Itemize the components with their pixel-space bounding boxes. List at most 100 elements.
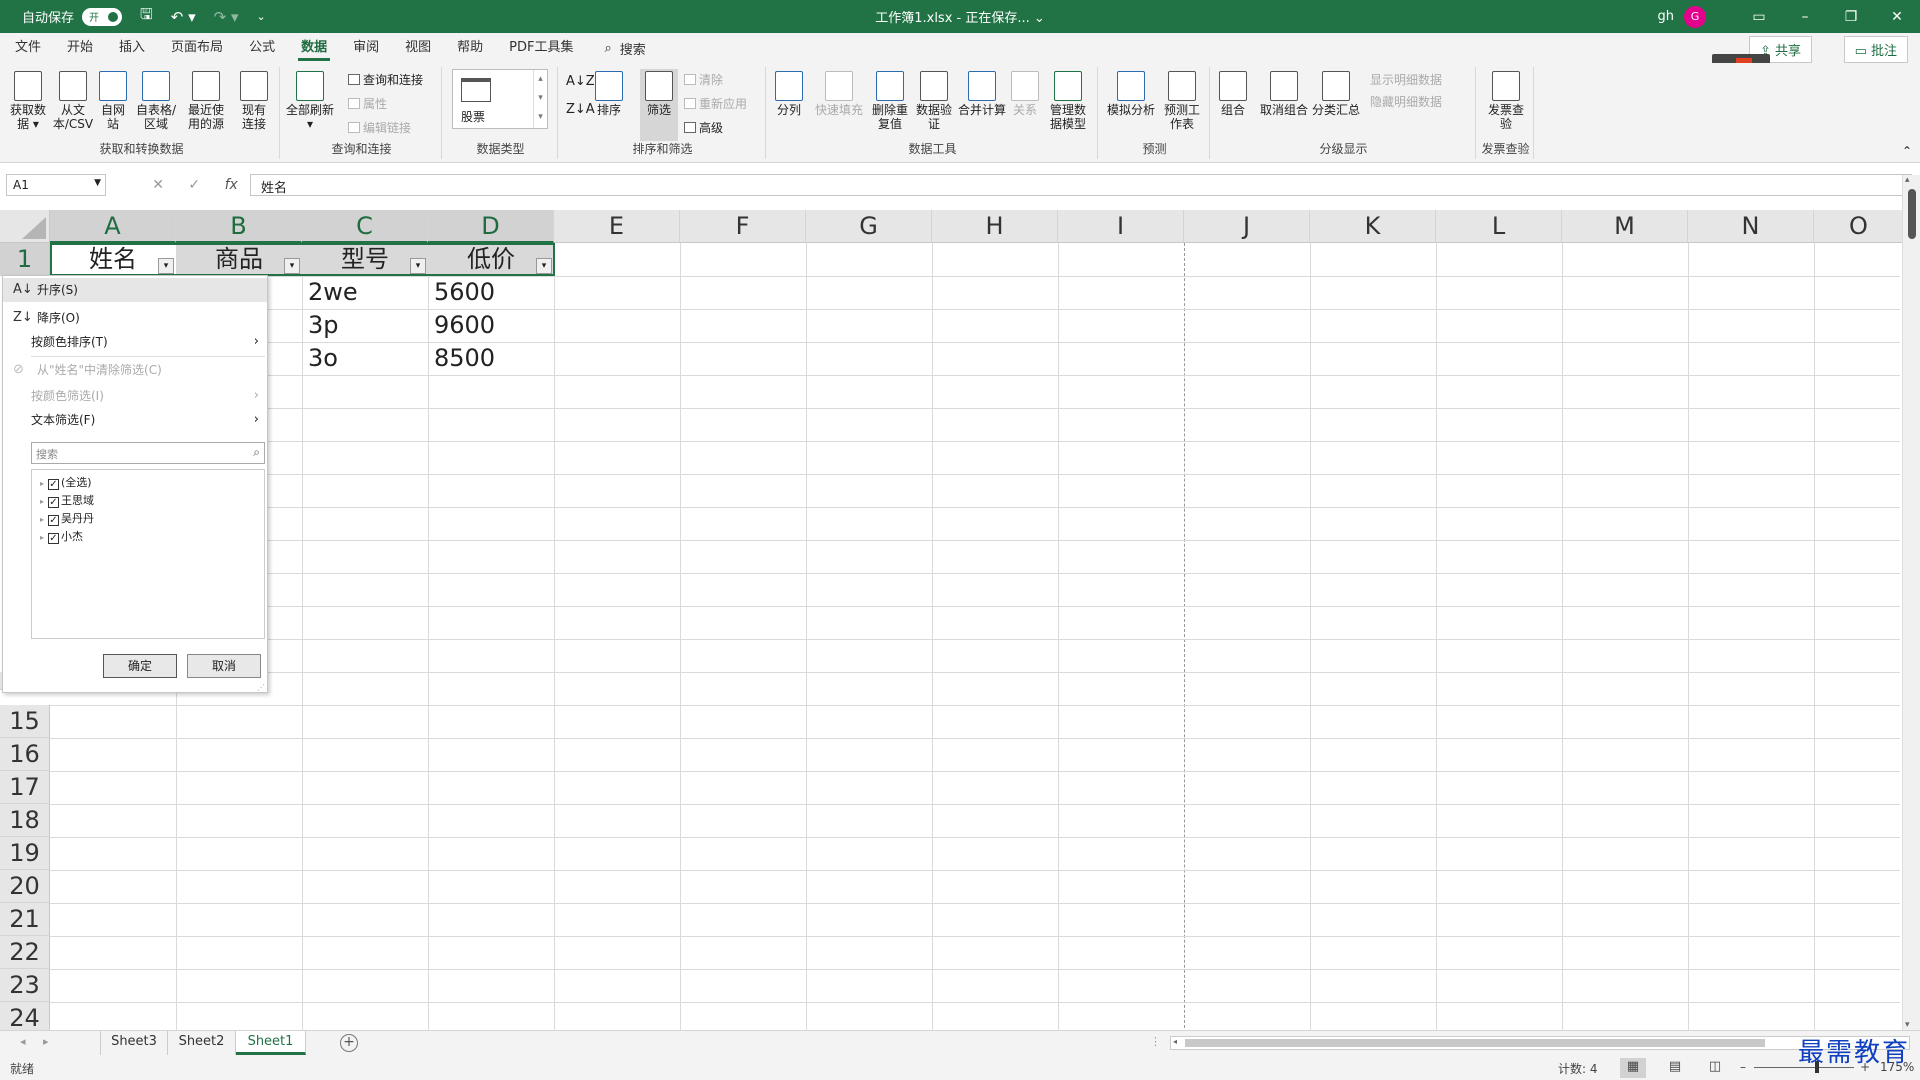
column-header[interactable]: B [176, 210, 302, 243]
filter-dropdown-a[interactable]: ▾ [158, 258, 174, 274]
undo-icon[interactable]: ↶ ▾ [171, 8, 196, 26]
scroll-thumb[interactable] [1185, 1039, 1765, 1047]
filter-value-item[interactable]: ▸ ✓ (全选) [40, 474, 92, 492]
data-type-gallery[interactable]: 股票 ▴ ▾ ▾ [452, 69, 548, 129]
tab-help[interactable]: 帮助 [444, 33, 496, 63]
page-break-view-icon[interactable]: ◫ [1702, 1058, 1728, 1078]
scroll-down-icon[interactable]: ▾ [1905, 1020, 1910, 1030]
tab-home[interactable]: 开始 [54, 33, 106, 63]
close-icon[interactable]: ✕ [1874, 9, 1920, 25]
filter-by-color-item[interactable]: 按颜色筛选(I) › [3, 384, 267, 408]
vertical-scrollbar[interactable]: ▴ ▾ [1902, 175, 1920, 1030]
column-header[interactable]: O [1814, 210, 1904, 243]
sort-by-color-item[interactable]: 按颜色排序(T) › [3, 330, 267, 354]
row-header[interactable]: 18 [0, 804, 50, 837]
column-header[interactable]: L [1436, 210, 1562, 243]
group-button[interactable]: 组合 [1218, 71, 1248, 117]
show-detail-button[interactable]: 显示明细数据 [1370, 71, 1442, 88]
row-header[interactable]: 17 [0, 771, 50, 804]
checkbox-checked-icon[interactable]: ✓ [48, 497, 59, 508]
row-header[interactable]: 20 [0, 870, 50, 903]
refresh-all-button[interactable]: 全部刷新 ▾ [286, 71, 334, 131]
properties-button[interactable]: 属性 [348, 95, 387, 112]
column-header[interactable]: J [1184, 210, 1310, 243]
restore-icon[interactable]: ❐ [1828, 9, 1874, 25]
formula-input[interactable]: 姓名 [250, 174, 1912, 196]
checkbox-checked-icon[interactable]: ✓ [48, 515, 59, 526]
minimize-icon[interactable]: – [1782, 9, 1828, 25]
sheet-tab[interactable]: Sheet3 [100, 1031, 168, 1055]
autosave-toggle[interactable]: 开 [82, 7, 123, 26]
get-data-button[interactable]: 获取数据 ▾ [8, 71, 48, 131]
hide-detail-button[interactable]: 隐藏明细数据 [1370, 93, 1442, 110]
forecast-sheet-button[interactable]: 预测工作表 [1162, 71, 1202, 131]
sheet-tab-active[interactable]: Sheet1 [236, 1031, 306, 1055]
scroll-left-icon[interactable]: ◂ [1173, 1037, 1177, 1046]
scroll-up-icon[interactable]: ▴ [1905, 175, 1910, 185]
customize-qat-icon[interactable]: ⌄ [257, 10, 266, 23]
row-header[interactable]: 23 [0, 969, 50, 1002]
cell-c2[interactable]: 2we [302, 276, 358, 309]
zoom-out-icon[interactable]: – [1740, 1060, 1746, 1074]
remove-duplicates-button[interactable]: 删除重复值 [872, 71, 908, 131]
from-text-button[interactable]: 从文本/CSV [52, 71, 94, 131]
row-header[interactable]: 21 [0, 903, 50, 936]
cell-d2[interactable]: 5600 [428, 276, 495, 309]
filter-dropdown-c[interactable]: ▾ [410, 258, 426, 274]
normal-view-icon[interactable]: ▦ [1620, 1058, 1646, 1078]
row-header[interactable]: 16 [0, 738, 50, 771]
what-if-button[interactable]: 模拟分析 [1106, 71, 1156, 117]
sort-asc-button[interactable]: A↓Z [566, 75, 595, 89]
sort-ascending-item[interactable]: A↓ 升序(S) [3, 278, 267, 302]
tell-me-search[interactable]: ⌕ 搜索 [604, 39, 645, 58]
tab-split-handle-icon[interactable]: ⋮ [1150, 1035, 1161, 1048]
filter-dropdown-d[interactable]: ▾ [536, 258, 552, 274]
column-header[interactable]: G [806, 210, 932, 243]
advanced-filter-button[interactable]: 高级 [684, 119, 723, 136]
cell-d3[interactable]: 9600 [428, 309, 495, 342]
reapply-button[interactable]: 重新应用 [684, 95, 747, 112]
from-table-button[interactable]: 自表格/区域 [134, 71, 178, 131]
avatar[interactable]: G [1684, 5, 1706, 28]
sheet-tab[interactable]: Sheet2 [168, 1031, 236, 1055]
checkbox-checked-icon[interactable]: ✓ [48, 479, 59, 490]
queries-connections-button[interactable]: 查询和连接 [348, 71, 423, 88]
filter-button[interactable]: 筛选 [640, 69, 678, 141]
tab-file[interactable]: 文件 [2, 33, 54, 63]
row-header[interactable]: 19 [0, 837, 50, 870]
tab-pdf-tools[interactable]: PDF工具集 [496, 33, 586, 63]
ok-button[interactable]: 确定 [103, 654, 177, 678]
cell-c4[interactable]: 3o [302, 342, 338, 375]
data-model-button[interactable]: 管理数据模型 [1048, 71, 1088, 131]
tab-view[interactable]: 视图 [392, 33, 444, 63]
cancel-button[interactable]: 取消 [187, 654, 261, 678]
enter-icon[interactable]: ✓ [188, 177, 200, 193]
comments-button[interactable]: ▭ 批注 [1843, 36, 1908, 63]
relationships-button[interactable]: 关系 [1010, 71, 1040, 117]
column-header[interactable]: C [302, 210, 428, 243]
redo-icon[interactable]: ↷ ▾ [214, 8, 239, 26]
resize-grip-icon[interactable]: ⋰ [257, 683, 265, 692]
sort-descending-item[interactable]: Z↓ 降序(O) [3, 306, 267, 330]
column-header[interactable]: N [1688, 210, 1814, 243]
cancel-icon[interactable]: ✕ [152, 177, 164, 193]
filter-search-input[interactable]: 搜索 ⌕ [31, 442, 265, 464]
filter-value-item[interactable]: ▸ ✓ 小杰 [40, 528, 83, 546]
consolidate-button[interactable]: 合并计算 [958, 71, 1006, 117]
edit-links-button[interactable]: 编辑链接 [348, 119, 411, 136]
column-header[interactable]: D [428, 210, 554, 243]
invoice-check-button[interactable]: 发票查验 [1488, 71, 1524, 131]
column-header[interactable]: K [1310, 210, 1436, 243]
collapse-ribbon-icon[interactable]: ⌃ [1902, 144, 1912, 158]
filter-dropdown-b[interactable]: ▾ [284, 258, 300, 274]
clear-filter-button[interactable]: 清除 [684, 71, 723, 88]
column-header[interactable]: M [1562, 210, 1688, 243]
ungroup-button[interactable]: 取消组合 [1260, 71, 1308, 117]
gallery-scroll[interactable]: ▴ ▾ ▾ [533, 70, 547, 128]
tab-review[interactable]: 审阅 [340, 33, 392, 63]
save-icon[interactable]: 🖫 [140, 4, 153, 29]
column-header[interactable]: H [932, 210, 1058, 243]
name-box[interactable]: A1 ▼ [6, 174, 106, 196]
tab-data[interactable]: 数据 [288, 33, 340, 63]
insert-function-icon[interactable]: fx [225, 177, 238, 193]
